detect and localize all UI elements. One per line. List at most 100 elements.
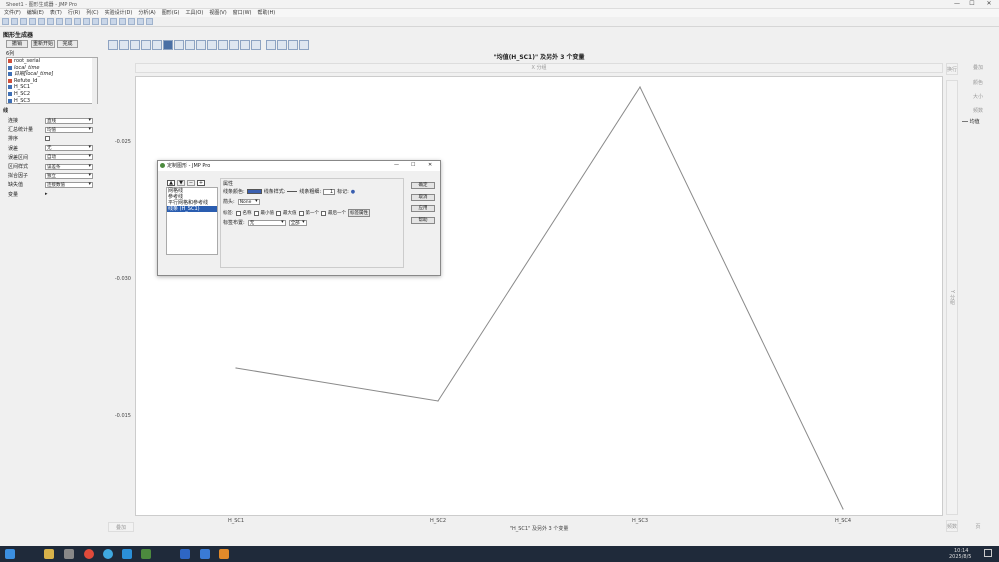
arrow-select[interactable]: None [237, 198, 260, 205]
variable-item[interactable]: 日期[local_time] [7, 71, 97, 78]
label-placement-select[interactable]: 无 [247, 219, 286, 226]
explorer-icon[interactable] [44, 549, 54, 559]
wrap-zone[interactable]: 换行 [946, 63, 958, 75]
label-scope-select[interactable]: 全部 [288, 219, 307, 226]
chrome-icon[interactable] [84, 549, 94, 559]
menu-rows[interactable]: 行(R) [68, 9, 80, 17]
pie-icon[interactable] [229, 40, 239, 50]
notification-icon[interactable] [984, 549, 992, 557]
jmp-icon[interactable] [141, 549, 151, 559]
overlay-zone[interactable]: 叠加 [962, 63, 994, 73]
cut-icon[interactable] [29, 18, 36, 25]
dialog-maximize-button[interactable]: ☐ [411, 162, 415, 168]
annotate-icon[interactable] [128, 18, 135, 25]
marker-select[interactable]: ● [351, 189, 355, 195]
menu-doe[interactable]: 实验设计(D) [105, 9, 133, 17]
dialog-close-button[interactable]: ✕ [428, 162, 432, 168]
minimize-button[interactable]: — [951, 0, 963, 7]
x-axis-title[interactable]: "H_SC1" 及另外 3 个变量 [135, 525, 943, 532]
freq-zone[interactable]: 频数 [962, 106, 994, 116]
summary-stat-select[interactable]: 均值 [45, 126, 93, 133]
variable-item[interactable]: H_SC1 [7, 84, 97, 91]
maximize-button[interactable]: ☐ [966, 0, 978, 7]
group-y-zone[interactable]: Y 分组 [946, 80, 958, 515]
list-item-selected[interactable]: 线条 (H_SC1) [167, 206, 217, 212]
missing-select[interactable]: 连接数值 [45, 181, 93, 188]
start-icon[interactable] [5, 549, 15, 559]
label-max-checkbox[interactable] [276, 210, 282, 216]
caption-box-icon[interactable] [266, 40, 276, 50]
line-width-input[interactable]: 1 [323, 188, 336, 195]
ellipse-icon[interactable] [146, 18, 153, 25]
undo-button[interactable]: 撤销 [6, 40, 28, 48]
close-button[interactable]: ✕ [983, 0, 995, 7]
ellipse-icon[interactable] [130, 40, 140, 50]
brush-icon[interactable] [83, 18, 90, 25]
treemap-icon[interactable] [240, 40, 250, 50]
error-select[interactable]: 无 [45, 145, 93, 152]
connect-select[interactable]: 直线 [45, 117, 93, 124]
tool-icon[interactable] [219, 549, 229, 559]
crosshair-icon[interactable] [110, 18, 117, 25]
group-x-zone[interactable]: X 分组 [135, 63, 943, 73]
paste-icon[interactable] [47, 18, 54, 25]
menu-window[interactable]: 窗口(W) [233, 9, 252, 17]
move-up-icon[interactable]: ▲ [167, 180, 175, 186]
done-button[interactable]: 完成 [57, 40, 78, 48]
data-point[interactable] [639, 86, 641, 88]
parallel-icon[interactable] [299, 40, 309, 50]
sort-checkbox[interactable] [45, 136, 50, 142]
search-icon[interactable] [56, 18, 63, 25]
formula-icon[interactable] [174, 40, 184, 50]
variable-item[interactable]: root_serial [7, 58, 97, 65]
mosaic-icon[interactable] [277, 40, 287, 50]
menu-edit[interactable]: 编辑(E) [27, 9, 44, 17]
line-icon[interactable] [163, 40, 173, 50]
lasso-icon[interactable] [92, 18, 99, 25]
menu-view[interactable]: 视图(V) [209, 9, 226, 17]
data-point[interactable] [842, 508, 844, 510]
smoother-icon[interactable] [119, 40, 129, 50]
line-tool-icon[interactable] [119, 18, 126, 25]
edge-icon[interactable] [103, 549, 113, 559]
menu-analyze[interactable]: 分析(A) [138, 9, 155, 17]
variable-item[interactable]: Refute_Id [7, 78, 97, 85]
menu-file[interactable]: 文件(F) [4, 9, 21, 17]
graph-title[interactable]: "均值(H_SC1)" 及另外 3 个变量 [135, 52, 943, 61]
dialog-minimize-button[interactable]: — [394, 162, 399, 168]
data-point[interactable] [235, 367, 237, 369]
interval-style-select[interactable]: 误差条 [45, 163, 93, 170]
browser-icon[interactable] [122, 549, 132, 559]
label-min-checkbox[interactable] [253, 210, 259, 216]
freq-zone-bottom[interactable]: 频数 [946, 520, 958, 532]
arrow-tool-icon[interactable] [65, 18, 72, 25]
app-icon[interactable] [64, 549, 74, 559]
label-first-checkbox[interactable] [298, 210, 304, 216]
mail-icon[interactable] [200, 549, 210, 559]
map-shapes-icon[interactable] [288, 40, 298, 50]
menu-table[interactable]: 表(T) [50, 9, 62, 17]
variables-expand[interactable]: ▸ [45, 191, 48, 197]
label-name-checkbox[interactable] [235, 210, 241, 216]
area-icon[interactable] [185, 40, 195, 50]
bar-icon[interactable] [218, 40, 228, 50]
copy-icon[interactable] [38, 18, 45, 25]
page-zone[interactable]: 页 [962, 522, 994, 532]
new-icon[interactable] [2, 18, 9, 25]
polygon-icon[interactable] [137, 18, 144, 25]
variable-list-scrollbar[interactable] [92, 58, 97, 110]
plot-area[interactable] [135, 76, 943, 516]
line-section-header[interactable]: 线 [3, 107, 8, 114]
legend-item[interactable]: 均值 [962, 118, 980, 125]
series-line-mean[interactable] [235, 85, 844, 510]
fit-factor-select[interactable]: 独立 [45, 172, 93, 179]
points-icon[interactable] [108, 40, 118, 50]
apply-button[interactable]: 应用 [411, 205, 435, 212]
label-properties-button[interactable]: 标签属性 [348, 209, 371, 217]
menu-graph[interactable]: 图形(G) [162, 9, 180, 17]
menu-cols[interactable]: 列(C) [86, 9, 98, 17]
open-icon[interactable] [11, 18, 18, 25]
variable-item[interactable]: H_SC2 [7, 91, 97, 98]
contour-icon[interactable] [141, 40, 151, 50]
line-style-select[interactable] [287, 191, 298, 192]
